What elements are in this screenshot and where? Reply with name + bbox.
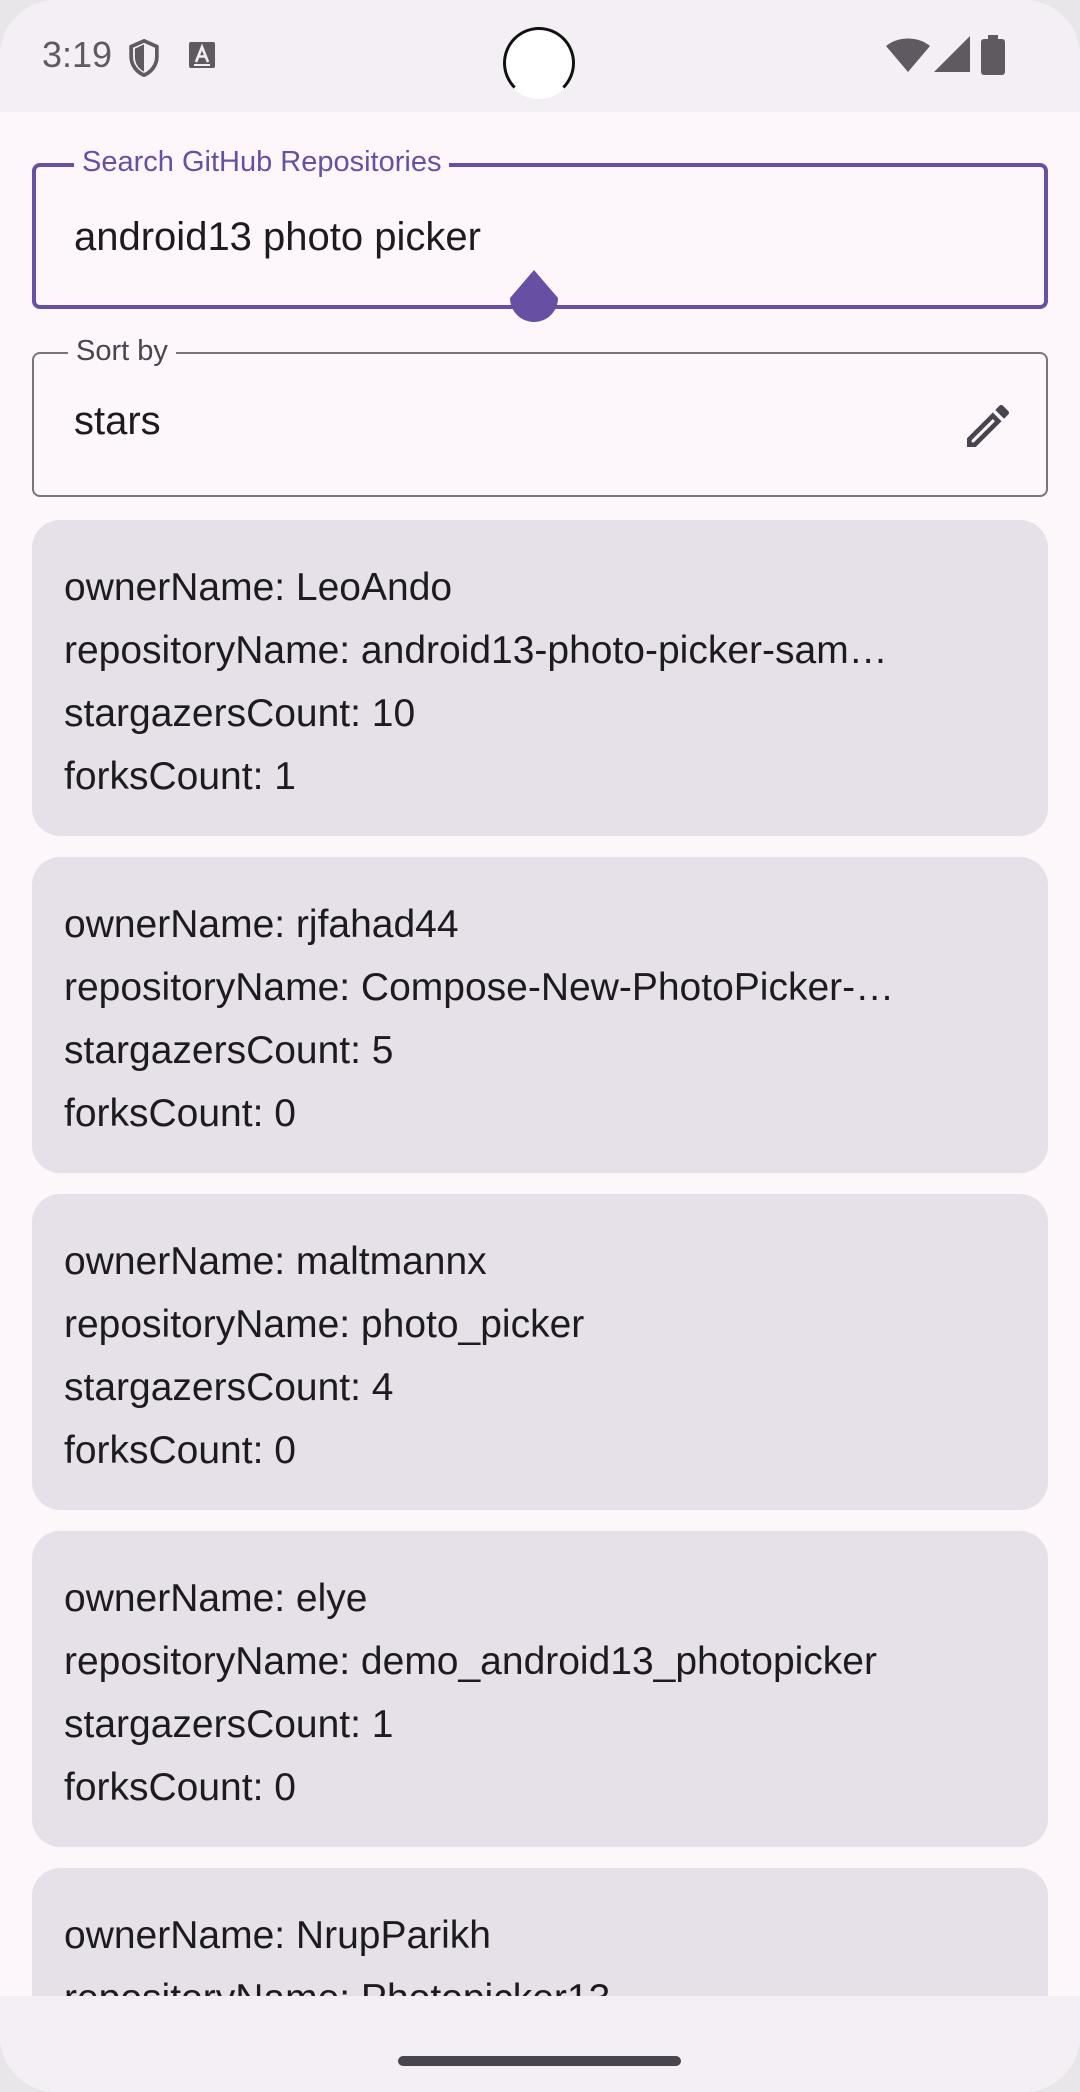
- status-time: 3:19: [42, 34, 113, 75]
- repository-name: repositoryName: Photopicker13: [64, 1967, 1016, 1996]
- owner-name: ownerName: rjfahad44: [64, 903, 459, 946]
- repository-name: repositoryName: android13-photo-picker-s…: [64, 629, 888, 672]
- sort-by-field[interactable]: Sort by stars: [32, 332, 1048, 497]
- home-gesture-handle[interactable]: [398, 2056, 681, 2066]
- repository-name: repositoryName: Compose-New-PhotoPicker-…: [64, 966, 895, 1009]
- repository-card[interactable]: ownerName: elye repositoryName: demo_and…: [32, 1531, 1048, 1847]
- stargazers-count: stargazersCount: 10: [64, 692, 416, 735]
- app-screen: 3:19 Search GitHub Repositories android1…: [0, 0, 1080, 2092]
- repository-card[interactable]: ownerName: maltmannx repositoryName: pho…: [32, 1194, 1048, 1510]
- owner-name: ownerName: elye: [64, 1577, 368, 1620]
- search-input-label: Search GitHub Repositories: [74, 143, 450, 181]
- stargazers-count: stargazersCount: 5: [64, 1029, 394, 1072]
- forks-count: forksCount: 1: [64, 755, 296, 798]
- forks-count: forksCount: 0: [64, 1766, 296, 1809]
- status-bar: 3:19: [0, 0, 1080, 112]
- stargazers-count: stargazersCount: 4: [64, 1366, 394, 1409]
- battery-icon: [981, 35, 1005, 75]
- search-input-value[interactable]: android13 photo picker: [74, 215, 481, 260]
- edit-icon[interactable]: [960, 398, 1016, 454]
- owner-name: ownerName: maltmannx: [64, 1240, 487, 1283]
- repository-card[interactable]: ownerName: rjfahad44 repositoryName: Com…: [32, 857, 1048, 1173]
- owner-name: ownerName: NrupParikh: [64, 1914, 492, 1957]
- owner-name: ownerName: LeoAndo: [64, 566, 453, 609]
- forks-count: forksCount: 0: [64, 1429, 296, 1472]
- repository-name: repositoryName: demo_android13_photopick…: [64, 1640, 877, 1683]
- shield-icon: [129, 38, 159, 78]
- repository-card[interactable]: ownerName: LeoAndo repositoryName: andro…: [32, 520, 1048, 836]
- repository-name: repositoryName: photo_picker: [64, 1303, 585, 1346]
- repository-list[interactable]: ownerName: LeoAndo repositoryName: andro…: [0, 520, 1080, 1996]
- stargazers-count: stargazersCount: 1: [64, 1703, 394, 1746]
- gesture-nav-bar: [0, 1996, 1080, 2092]
- sort-by-label: Sort by: [68, 332, 176, 370]
- text-cursor-handle[interactable]: [506, 268, 562, 332]
- sort-by-value[interactable]: stars: [74, 399, 161, 444]
- camera-cutout: [503, 27, 575, 99]
- repository-card[interactable]: ownerName: NrupParikh repositoryName: Ph…: [32, 1868, 1048, 1996]
- cell-signal-icon: [934, 36, 970, 72]
- forks-count: forksCount: 0: [64, 1092, 296, 1135]
- keyboard-a-icon: [189, 42, 215, 68]
- wifi-icon: [886, 38, 930, 72]
